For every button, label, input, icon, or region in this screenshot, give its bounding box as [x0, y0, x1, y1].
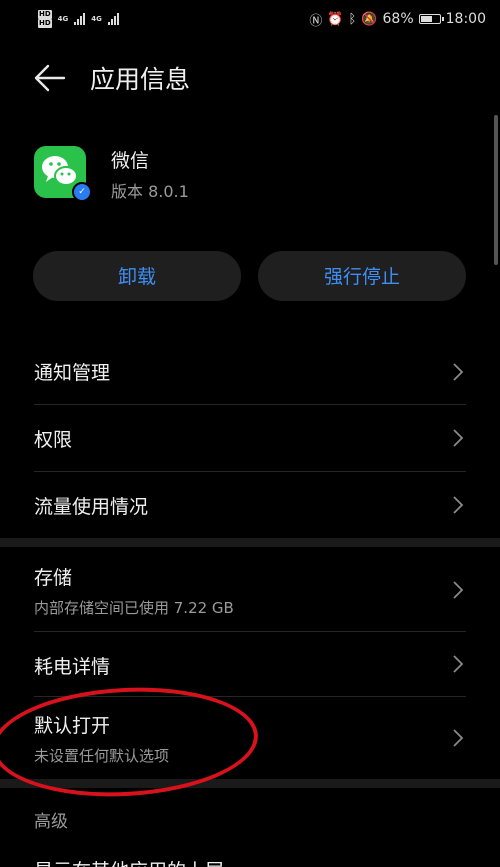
row-sublabel: 未设置任何默认选项	[34, 747, 170, 765]
settings-row-permissions[interactable]: 权限	[0, 405, 500, 471]
clock: 18:00	[445, 11, 486, 27]
row-label: 通知管理	[34, 362, 111, 384]
row-label: 流量使用情况	[34, 496, 149, 518]
settings-row-storage[interactable]: 存储 内部存储空间已使用 7.22 GB	[0, 547, 500, 631]
network-gen-label-2: 4G	[91, 14, 102, 23]
settings-row-open-by-default[interactable]: 默认打开 未设置任何默认选项	[0, 697, 500, 777]
hd-label-2: HD	[38, 19, 52, 28]
app-name: 微信	[111, 150, 150, 172]
chevron-right-icon	[453, 429, 464, 447]
back-arrow-icon[interactable]	[34, 64, 66, 92]
bluetooth-icon: ᛒ	[348, 11, 357, 27]
signal-icon-2	[107, 13, 119, 25]
row-label: 耗电详情	[34, 656, 111, 678]
page-title: 应用信息	[90, 65, 191, 94]
chevron-right-icon	[453, 496, 464, 514]
settings-row-display-over-apps[interactable]: 显示在其他应用的上层	[0, 850, 500, 867]
signal-icon	[74, 13, 86, 25]
verified-badge-icon: ✓	[72, 182, 92, 202]
force-stop-button[interactable]: 强行停止	[258, 251, 466, 301]
network-gen-label-1: 4G	[57, 14, 69, 23]
status-bar: HD HD 4G 4G Ⓝ ⏰ ᛒ 🔕 68% 18:00	[0, 0, 500, 38]
settings-row-data-usage[interactable]: 流量使用情况	[0, 472, 500, 537]
row-sublabel: 内部存储空间已使用 7.22 GB	[34, 599, 234, 617]
mute-icon: 🔕	[361, 11, 378, 27]
alarm-icon: ⏰	[327, 11, 344, 27]
chevron-right-icon	[453, 581, 464, 599]
battery-icon	[418, 14, 444, 24]
hd-label-1: HD	[38, 10, 52, 19]
scrollbar[interactable]	[494, 115, 498, 265]
chevron-right-icon	[453, 655, 464, 673]
row-label: 默认打开	[34, 715, 111, 737]
nfc-icon: Ⓝ	[309, 13, 323, 29]
settings-row-battery-details[interactable]: 耗电详情	[0, 632, 500, 696]
network-type-labels: HD HD	[38, 10, 52, 28]
network-status: HD HD 4G 4G	[38, 10, 119, 28]
app-version: 版本 8.0.1	[111, 182, 189, 201]
section-header-advanced: 高级	[34, 812, 68, 832]
system-status: Ⓝ ⏰ ᛒ 🔕 68% 18:00	[309, 10, 486, 29]
app-summary: ✓ 微信 版本 8.0.1	[34, 146, 474, 202]
chevron-right-icon	[453, 729, 464, 747]
app-bar: 应用信息	[0, 58, 500, 98]
settings-row-notifications[interactable]: 通知管理	[0, 342, 500, 404]
uninstall-button[interactable]: 卸载	[33, 251, 241, 301]
section-separator	[0, 538, 500, 547]
battery-percent: 68%	[382, 11, 414, 27]
chevron-right-icon	[453, 363, 464, 381]
row-label: 显示在其他应用的上层	[34, 856, 224, 867]
row-label: 权限	[34, 429, 73, 451]
row-label: 存储	[34, 567, 73, 589]
section-separator	[0, 779, 500, 788]
